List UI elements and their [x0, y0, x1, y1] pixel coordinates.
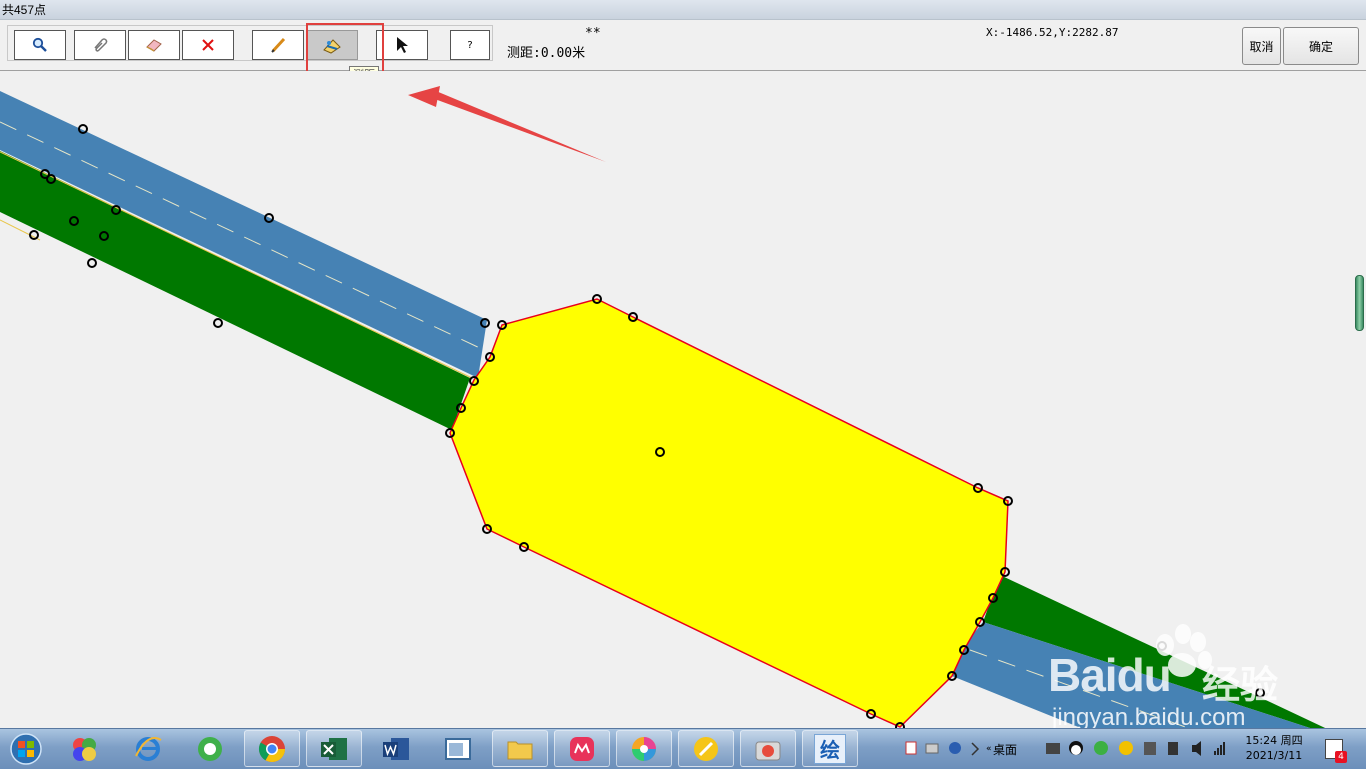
- cancel-button[interactable]: 取消: [1242, 27, 1281, 65]
- select-button[interactable]: [376, 30, 428, 60]
- taskbar-excel[interactable]: [306, 730, 362, 767]
- notification-badge: 4: [1335, 751, 1347, 763]
- measure-distance-button[interactable]: [306, 30, 358, 60]
- excel-icon: [321, 737, 347, 760]
- draw-button[interactable]: [252, 30, 304, 60]
- coordinate-readout: X:-1486.52,Y:2282.87: [986, 26, 1119, 39]
- green-e-icon: [198, 736, 222, 761]
- word-icon: [383, 737, 409, 760]
- paperclip-icon: [94, 38, 108, 52]
- taskbar-color-app[interactable]: [56, 730, 112, 767]
- taskbar-internet-explorer[interactable]: [120, 730, 176, 767]
- windows-orb-icon: [10, 733, 42, 765]
- taskbar-word[interactable]: [368, 730, 424, 767]
- status-stars: **: [585, 26, 601, 41]
- taskbar: 绘 桌面 « 15:24 周四 2021/3/11 4: [0, 728, 1366, 769]
- viewer-window-icon: [445, 737, 471, 760]
- drawing-app-icon: 绘: [814, 733, 846, 764]
- pan-button[interactable]: [74, 30, 126, 60]
- zoom-button[interactable]: [14, 30, 66, 60]
- pen-circle-icon: [694, 736, 718, 761]
- color-balls-icon: [73, 737, 96, 761]
- pencil-icon: [271, 37, 286, 53]
- taskbar-viewer-app[interactable]: [430, 730, 486, 767]
- ie-icon: [135, 736, 162, 761]
- red-x-icon: [202, 39, 214, 51]
- folder-icon: [507, 741, 533, 759]
- camera-icon: [755, 741, 781, 760]
- clock-date: 2021/3/11: [1245, 749, 1303, 762]
- taskbar-chrome[interactable]: [244, 730, 300, 767]
- selected-area-polygon[interactable]: [449, 298, 1009, 728]
- tray-icons-left[interactable]: «: [904, 739, 1024, 759]
- tray-icons-right[interactable]: [1044, 739, 1234, 759]
- clock-time: 15:24 周四: [1245, 734, 1303, 747]
- taskbar-edit-app[interactable]: [678, 730, 734, 767]
- toolbar: ? ** 测距:0.00米 X:-1486.52,Y:2282.87 取消 确定: [0, 20, 1366, 71]
- delete-button[interactable]: [182, 30, 234, 60]
- erase-button[interactable]: [128, 30, 180, 60]
- vertical-scroll-thumb[interactable]: [1355, 275, 1364, 331]
- taskbar-drawing-app[interactable]: 绘: [802, 730, 858, 767]
- road-edge-left: [0, 151, 473, 379]
- annotation-arrow: [408, 86, 606, 162]
- svg-text:«: «: [986, 744, 992, 754]
- map-drawing[interactable]: [0, 71, 1366, 728]
- window-title: 共457点: [0, 0, 1366, 20]
- ruler-measure-icon: [323, 39, 341, 54]
- distance-readout: 测距:0.00米: [507, 46, 586, 61]
- taskbar-photo-app[interactable]: [616, 730, 672, 767]
- taskbar-camera-app[interactable]: [740, 730, 796, 767]
- taskbar-clock[interactable]: 15:24 周四 2021/3/11: [1236, 733, 1312, 763]
- arrow-cursor-icon: [397, 37, 408, 53]
- taskbar-file-explorer[interactable]: [492, 730, 548, 767]
- help-button[interactable]: ?: [450, 30, 490, 60]
- taskbar-green-browser[interactable]: [182, 730, 238, 767]
- start-button[interactable]: [6, 731, 46, 767]
- magnifier-icon: [32, 37, 47, 52]
- pinwheel-icon: [632, 736, 656, 761]
- chrome-icon: [258, 735, 286, 762]
- meitu-icon: [570, 736, 594, 761]
- confirm-button[interactable]: 确定: [1283, 27, 1359, 65]
- map-canvas[interactable]: [0, 71, 1366, 728]
- eraser-icon: [146, 39, 162, 52]
- taskbar-meitu-app[interactable]: [554, 730, 610, 767]
